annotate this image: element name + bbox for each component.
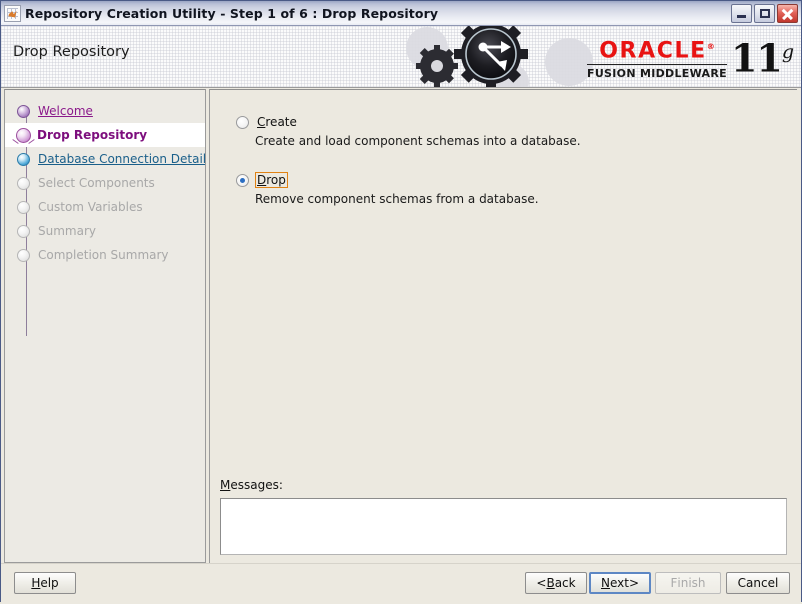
radio-drop-label[interactable]: Drop: [255, 172, 288, 188]
radio-row-drop[interactable]: Drop: [236, 172, 787, 188]
step-node-icon-current: [16, 128, 31, 143]
wizard-step-list: Welcome Drop Repository Database Connect…: [5, 90, 205, 267]
sidebar-item-custom-variables: Custom Variables: [5, 195, 205, 219]
sidebar-item-label: Completion Summary: [38, 248, 169, 262]
option-create: Create Create and load component schemas…: [236, 114, 787, 148]
radio-create-label[interactable]: Create: [255, 114, 299, 130]
sidebar-item-database-connection-details[interactable]: Database Connection Details: [5, 147, 205, 171]
sidebar-item-label: Summary: [38, 224, 96, 238]
repository-action-radio-group: Create Create and load component schemas…: [236, 114, 787, 230]
step-node-icon: [17, 249, 30, 262]
body-area: Welcome Drop Repository Database Connect…: [1, 88, 801, 563]
application-window: Repository Creation Utility - Step 1 of …: [0, 0, 802, 602]
page-title: Drop Repository: [13, 44, 130, 60]
sidebar-item-label: Welcome: [38, 104, 93, 118]
logo-divider: [587, 64, 727, 65]
messages-textarea[interactable]: [220, 498, 787, 555]
step-node-icon: [17, 177, 30, 190]
radio-create-description: Create and load component schemas into a…: [255, 134, 787, 148]
sidebar-item-label: Database Connection Details: [38, 152, 206, 166]
next-button[interactable]: Next >: [589, 572, 651, 594]
step-node-icon: [17, 201, 30, 214]
rcu-app-icon: [4, 5, 21, 22]
sidebar-item-welcome[interactable]: Welcome: [5, 99, 205, 123]
close-icon[interactable]: [777, 4, 798, 23]
help-button[interactable]: Help: [14, 572, 76, 594]
messages-label: Messages:: [220, 478, 283, 492]
back-button[interactable]: < Back: [525, 572, 587, 594]
content-pane: Create Create and load component schemas…: [209, 89, 797, 563]
content-wrapper: Create Create and load component schemas…: [207, 88, 801, 563]
sidebar-item-drop-repository[interactable]: Drop Repository: [5, 123, 205, 147]
finish-button: Finish: [655, 572, 721, 594]
product-name: FUSION MIDDLEWARE: [587, 67, 727, 80]
option-drop: Drop Remove component schemas from a dat…: [236, 172, 787, 206]
step-node-icon: [17, 153, 30, 166]
button-bar: Help < Back Next > Finish Cancel: [1, 563, 801, 604]
radio-drop-description: Remove component schemas from a database…: [255, 192, 787, 206]
window-title: Repository Creation Utility - Step 1 of …: [25, 6, 731, 21]
oracle-wordmark: ORACLE®: [599, 35, 714, 63]
step-node-icon: [17, 105, 30, 118]
minimize-icon[interactable]: [731, 4, 752, 23]
cancel-button[interactable]: Cancel: [726, 572, 790, 594]
wizard-step-sidebar: Welcome Drop Repository Database Connect…: [4, 89, 206, 563]
sidebar-item-label: Custom Variables: [38, 200, 143, 214]
step-node-icon: [17, 225, 30, 238]
sidebar-item-select-components: Select Components: [5, 171, 205, 195]
header-banner: Drop Repository: [1, 26, 801, 88]
window-controls: [731, 4, 801, 23]
title-bar: Repository Creation Utility - Step 1 of …: [1, 1, 801, 26]
version-label: 11g: [731, 33, 793, 78]
radio-row-create[interactable]: Create: [236, 114, 787, 130]
maximize-icon[interactable]: [754, 4, 775, 23]
sidebar-item-label: Drop Repository: [37, 128, 147, 142]
radio-drop[interactable]: [236, 174, 249, 187]
sidebar-item-completion-summary: Completion Summary: [5, 243, 205, 267]
sidebar-wrapper: Welcome Drop Repository Database Connect…: [1, 88, 207, 563]
radio-create[interactable]: [236, 116, 249, 129]
oracle-logo: ORACLE® FUSION MIDDLEWARE 11g: [587, 33, 793, 80]
sidebar-item-label: Select Components: [38, 176, 155, 190]
sidebar-item-summary: Summary: [5, 219, 205, 243]
gears-clock-graphic: [391, 26, 606, 87]
